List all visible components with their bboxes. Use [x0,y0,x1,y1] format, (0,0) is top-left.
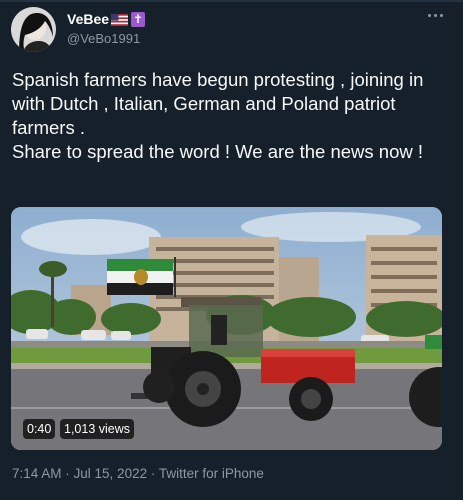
tweet-time[interactable]: 7:14 AM [12,466,62,481]
display-name[interactable]: VeBee ✝ [67,10,146,28]
tweet-client[interactable]: Twitter for iPhone [159,466,264,481]
avatar[interactable] [11,7,56,52]
tweet-text: Spanish farmers have begun protesting , … [12,69,424,162]
video-duration-badge: 0:40 [23,419,56,439]
meta-separator: · [61,466,74,481]
video-views-badge: 1,013 views [60,419,135,439]
more-options-icon[interactable] [427,12,443,18]
tweet-metadata: 7:14 AM · Jul 15, 2022 · Twitter for iPh… [12,466,264,481]
us-flag-icon [111,13,129,26]
top-divider [0,0,463,2]
tweet-date[interactable]: Jul 15, 2022 [74,466,148,481]
meta-separator: · [147,466,159,481]
display-name-text: VeBee [67,11,110,27]
video-player[interactable] [11,207,442,450]
user-handle[interactable]: @VeBo1991 [67,31,140,46]
latin-cross-icon: ✝ [131,11,146,27]
